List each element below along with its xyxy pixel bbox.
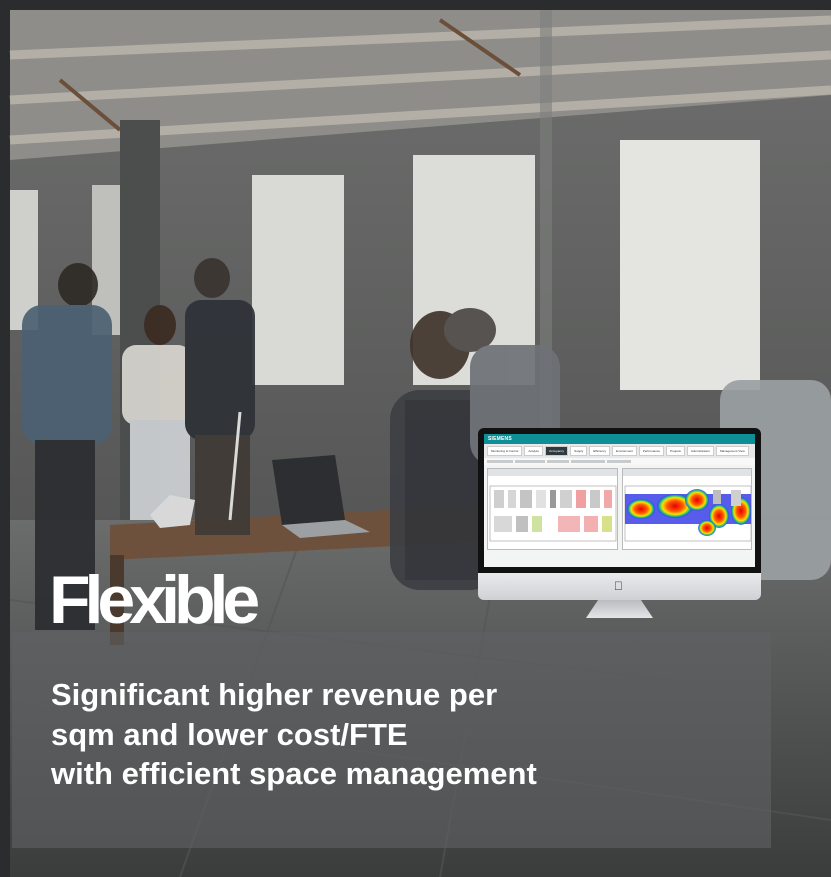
floorplan-panes [484,465,755,553]
subtab-placeholder [607,460,631,463]
tab-management-view: Management View [715,446,749,456]
monitor-stand [586,600,653,618]
headline: Flexible [49,562,260,638]
subtab-placeholder [487,460,513,463]
subheadline-line: sqm and lower cost/FTE [51,716,408,752]
tab-performance: Performance [638,446,665,456]
tab-environment: Environment [612,446,637,456]
tab-analyze: Analyze [524,446,544,456]
occupancy-heatmap-header [622,469,751,476]
tab-occupancy: Occupancy [545,446,569,456]
monitor-screen: SIEMENS Monitoring & Control Analyze Occ… [484,434,755,567]
subheadline: Significant higher revenue per sqm and l… [51,675,751,794]
tab-efficiency: Efficiency [589,446,611,456]
app-tab-bar: Monitoring & Control Analyze Occupancy S… [484,444,755,458]
occupancy-heatmap [621,468,752,550]
subtab-placeholder [547,460,569,463]
tab-administration: Administration [686,446,714,456]
subtab-placeholder [571,460,605,463]
floorplan-left-header [488,469,617,476]
tab-supply: Supply [570,446,588,456]
tab-projects: Projects [666,446,685,456]
brand-logo: SIEMENS [488,436,512,442]
subheadline-line: with efficient space management [51,756,537,792]
floorplan-left-drawing [489,485,617,542]
subheadline-line: Significant higher revenue per [51,677,498,712]
desktop-monitor: SIEMENS Monitoring & Control Analyze Occ… [478,428,761,618]
subtab-placeholder [515,460,545,463]
floorplan-left [487,468,618,550]
office-photo-card: SIEMENS Monitoring & Control Analyze Occ… [0,0,831,877]
tab-monitoring-control: Monitoring & Control [487,446,523,456]
app-subtab-bar [484,458,755,465]
app-header-bar: SIEMENS [484,434,755,444]
apple-logo-icon:  [614,579,623,593]
heatmap-drawing [624,485,751,542]
